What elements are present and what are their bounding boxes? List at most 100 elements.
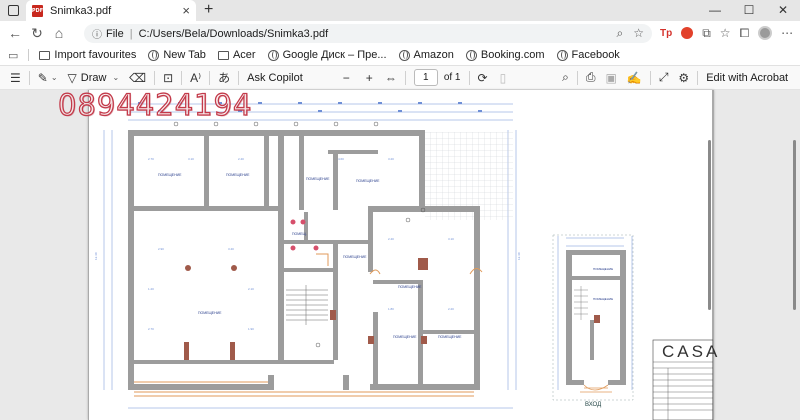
globe-icon: [465, 49, 477, 61]
svg-text:ПОМЕЩЕНИЕ: ПОМЕЩЕНИЕ: [343, 255, 367, 259]
svg-text:3.10: 3.10: [188, 157, 194, 161]
bookmark-import-favourites[interactable]: Import favourites: [39, 49, 136, 61]
zoom-out-button[interactable]: −: [343, 71, 350, 85]
page-edge-marker: [708, 140, 711, 310]
svg-text:ПОМЕЩЕНИЕ: ПОМЕЩЕНИЕ: [393, 335, 417, 339]
refresh-icon[interactable]: ↻: [26, 25, 48, 42]
bookmark-google-drive[interactable]: Google Диск – Пре...: [267, 49, 387, 61]
tab-title: Snimka3.pdf: [50, 4, 112, 17]
globe-icon: [398, 49, 410, 61]
minimize-button[interactable]: —: [698, 0, 732, 21]
bookmarks-bar: ▭ Import favourites New Tab Acer Google …: [0, 45, 800, 66]
toolbar-divider: [154, 70, 156, 85]
toolbar-divider: [209, 70, 211, 85]
tab-strip: PDF Snimka3.pdf × + — ☐ ✕: [0, 0, 800, 21]
profile-avatar[interactable]: [758, 26, 773, 40]
toolbar-divider: [697, 70, 699, 85]
casa-logo: CASA: [662, 342, 721, 361]
info-icon[interactable]: ⓘ: [92, 26, 102, 41]
svg-text:3.20: 3.20: [388, 157, 394, 161]
fullscreen-icon[interactable]: ⤢: [659, 70, 669, 85]
bookmark-booking[interactable]: Booking.com: [465, 49, 545, 61]
save-icon[interactable]: ▣: [606, 71, 617, 85]
pdf-viewer[interactable]: ПОМЕЩЕНИЕ ПОМЕЩЕНИЕ ПОМЕЩЕНИЕ ПОМЕЩЕНИЕ …: [0, 90, 800, 420]
svg-text:1.90: 1.90: [248, 327, 254, 331]
print-icon[interactable]: ⎙: [586, 70, 596, 85]
chevron-down-icon[interactable]: ⌄: [112, 73, 119, 82]
draw-icon[interactable]: ▽: [68, 71, 77, 85]
globe-icon: [556, 49, 568, 61]
toolbar-divider: [468, 70, 470, 85]
new-tab-button[interactable]: +: [204, 0, 213, 20]
bookmarks-toggle-icon[interactable]: ▭: [8, 49, 18, 62]
save-as-icon[interactable]: ✍: [627, 71, 642, 85]
svg-text:2.20: 2.20: [448, 307, 454, 311]
text-box-icon[interactable]: ⊡: [163, 71, 173, 85]
split-screen-icon[interactable]: ⧉: [702, 26, 711, 41]
svg-text:ПОМЕЩЕНИЕ: ПОМЕЩЕНИЕ: [398, 285, 422, 289]
svg-text:ПОМЕЩЕНИЕ: ПОМЕЩЕНИЕ: [593, 267, 613, 271]
edit-with-acrobat-button[interactable]: Edit with Acrobat: [706, 72, 788, 84]
vertical-scrollbar[interactable]: [793, 140, 796, 310]
close-window-button[interactable]: ✕: [766, 0, 800, 21]
svg-text:1.80: 1.80: [388, 307, 394, 311]
address-separator: |: [129, 27, 133, 40]
address-bar[interactable]: ⓘ File | C:/Users/Bela/Downloads/Snimka3…: [84, 24, 652, 43]
globe-icon: [148, 49, 160, 61]
folder-icon: [39, 50, 51, 60]
page-number-input[interactable]: 1: [413, 69, 438, 86]
window-controls: — ☐ ✕: [698, 0, 800, 21]
svg-text:ПОМЕЩЕНИЕ: ПОМЕЩЕНИЕ: [226, 173, 250, 177]
favorites-icon[interactable]: ☆: [720, 26, 731, 40]
bookmark-amazon[interactable]: Amazon: [398, 49, 454, 61]
translate-icon[interactable]: あ: [218, 69, 230, 86]
bookmark-new-tab[interactable]: New Tab: [148, 49, 206, 61]
tab-actions-icon[interactable]: [8, 5, 19, 16]
draw-label[interactable]: Draw: [81, 72, 107, 84]
page-view-icon[interactable]: ▯: [500, 71, 507, 85]
pdf-page: ПОМЕЩЕНИЕ ПОМЕЩЕНИЕ ПОМЕЩЕНИЕ ПОМЕЩЕНИЕ …: [88, 90, 714, 420]
svg-text:12.40: 12.40: [517, 252, 521, 260]
highlight-icon[interactable]: ✎: [38, 71, 48, 85]
globe-icon: [267, 49, 279, 61]
maximize-button[interactable]: ☐: [732, 0, 766, 21]
svg-text:ПОМЕЩЕНИЕ: ПОМЕЩЕНИЕ: [198, 311, 222, 315]
toolbar-divider: [181, 70, 183, 85]
zoom-in-button[interactable]: +: [366, 71, 373, 85]
bookmark-acer[interactable]: Acer: [217, 49, 256, 61]
svg-text:2.40: 2.40: [388, 237, 394, 241]
toolbar-divider: [404, 70, 406, 85]
extension-tp-icon[interactable]: Tp: [660, 27, 673, 39]
toolbar-divider: [28, 70, 30, 85]
search-icon[interactable]: ⌕: [562, 70, 569, 85]
svg-text:ПОМЕЩЕНИЕ: ПОМЕЩЕНИЕ: [593, 297, 613, 301]
bookmark-facebook[interactable]: Facebook: [556, 49, 620, 61]
contents-icon[interactable]: ☰: [10, 71, 21, 85]
floor-plan-drawing: ПОМЕЩЕНИЕ ПОМЕЩЕНИЕ ПОМЕЩЕНИЕ ПОМЕЩЕНИЕ …: [88, 90, 714, 420]
pdf-file-icon: PDF: [32, 4, 43, 17]
favorite-star-icon[interactable]: ☆: [633, 26, 644, 41]
svg-text:ПОМЕЩЕНИЕ: ПОМЕЩЕНИЕ: [158, 173, 182, 177]
eraser-icon[interactable]: ⌫: [129, 71, 146, 85]
rotate-icon[interactable]: ⟳: [478, 71, 488, 85]
svg-text:2.40: 2.40: [238, 157, 244, 161]
chevron-down-icon[interactable]: ⌄: [51, 73, 58, 82]
zoom-icon[interactable]: ⌕: [617, 26, 624, 41]
fit-page-icon[interactable]: ⇔: [385, 71, 397, 85]
extension-red-icon[interactable]: [681, 27, 694, 39]
page-count: of 1: [443, 72, 461, 83]
close-tab-icon[interactable]: ×: [182, 3, 190, 18]
back-arrow-icon[interactable]: ←: [4, 25, 26, 41]
address-row: ← ↻ ⌂ ⓘ File | C:/Users/Bela/Downloads/S…: [0, 21, 800, 45]
collections-icon[interactable]: ⧠: [740, 26, 750, 41]
toolbar-divider: [576, 70, 578, 85]
svg-text:1.20: 1.20: [148, 287, 154, 291]
more-menu-icon[interactable]: ⋯: [781, 26, 793, 40]
ask-copilot-button[interactable]: Ask Copilot: [247, 72, 303, 84]
tab-snimka3[interactable]: PDF Snimka3.pdf ×: [26, 0, 196, 21]
svg-text:4.60: 4.60: [338, 157, 344, 161]
svg-text:3.40: 3.40: [228, 247, 234, 251]
home-icon[interactable]: ⌂: [48, 25, 70, 41]
read-aloud-icon[interactable]: A⁾: [190, 71, 201, 85]
settings-gear-icon[interactable]: ⚙: [678, 71, 689, 85]
